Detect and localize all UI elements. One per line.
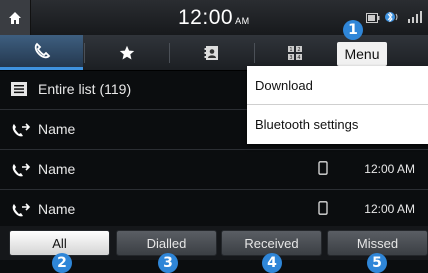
list-icon <box>11 82 27 99</box>
contacts-book-icon <box>204 45 218 60</box>
status-icons <box>366 10 422 28</box>
dial-keypad-icon: 1 2 3 4 <box>288 45 302 61</box>
callout-marker-2: 2 <box>52 253 72 273</box>
tab-favourites[interactable] <box>85 35 168 70</box>
home-icon <box>9 11 21 24</box>
phone-battery-icon <box>366 10 380 28</box>
bluetooth-audio-icon <box>385 10 401 28</box>
outgoing-call-icon <box>11 162 31 181</box>
svg-text:3: 3 <box>289 55 292 61</box>
menu-item-bluetooth-settings[interactable]: Bluetooth settings <box>247 105 428 144</box>
svg-text:2: 2 <box>297 47 300 53</box>
star-icon <box>119 45 134 59</box>
menu-dropdown: Download Bluetooth settings <box>247 66 428 144</box>
contact-name: Name <box>38 161 76 177</box>
outgoing-call-icon <box>11 202 31 221</box>
outgoing-call-icon <box>11 122 31 141</box>
menu-button[interactable]: Menu <box>337 42 387 66</box>
call-log-row[interactable]: Name 12:00 AM <box>0 150 428 190</box>
callout-marker-4: 4 <box>262 253 282 273</box>
menu-item-download[interactable]: Download <box>247 66 428 105</box>
svg-text:4: 4 <box>297 55 300 61</box>
clock: 12:00 AM <box>178 6 250 30</box>
contact-name: Name <box>38 201 76 217</box>
entire-list-label: Entire list (119) <box>38 81 132 97</box>
clock-time: 12:00 <box>178 6 234 29</box>
status-bar: 12:00 AM <box>0 0 428 35</box>
phone-screen: 12:00 AM 1 2 3 4 Menu Entire list (119) … <box>0 0 428 273</box>
call-log-row[interactable]: Name 12:00 AM <box>0 190 428 230</box>
tab-dial-keypad[interactable]: 1 2 3 4 <box>255 35 335 70</box>
clock-ampm: AM <box>235 16 250 26</box>
svg-text:1: 1 <box>289 47 292 53</box>
mobile-phone-icon <box>318 161 328 178</box>
call-time: 12:00 AM <box>364 202 415 216</box>
callout-marker-1: 1 <box>343 20 363 40</box>
tab-contacts[interactable] <box>170 35 253 70</box>
tab-recent-calls[interactable] <box>0 35 83 70</box>
call-time: 12:00 AM <box>364 162 415 176</box>
callout-marker-5: 5 <box>367 253 387 273</box>
mobile-phone-icon <box>318 201 328 218</box>
contact-name: Name <box>38 121 76 137</box>
home-button[interactable] <box>0 0 31 35</box>
signal-strength-icon <box>406 10 422 28</box>
callout-marker-3: 3 <box>158 253 178 273</box>
filter-all-button[interactable]: All <box>9 230 110 256</box>
phone-handset-icon <box>34 42 50 59</box>
